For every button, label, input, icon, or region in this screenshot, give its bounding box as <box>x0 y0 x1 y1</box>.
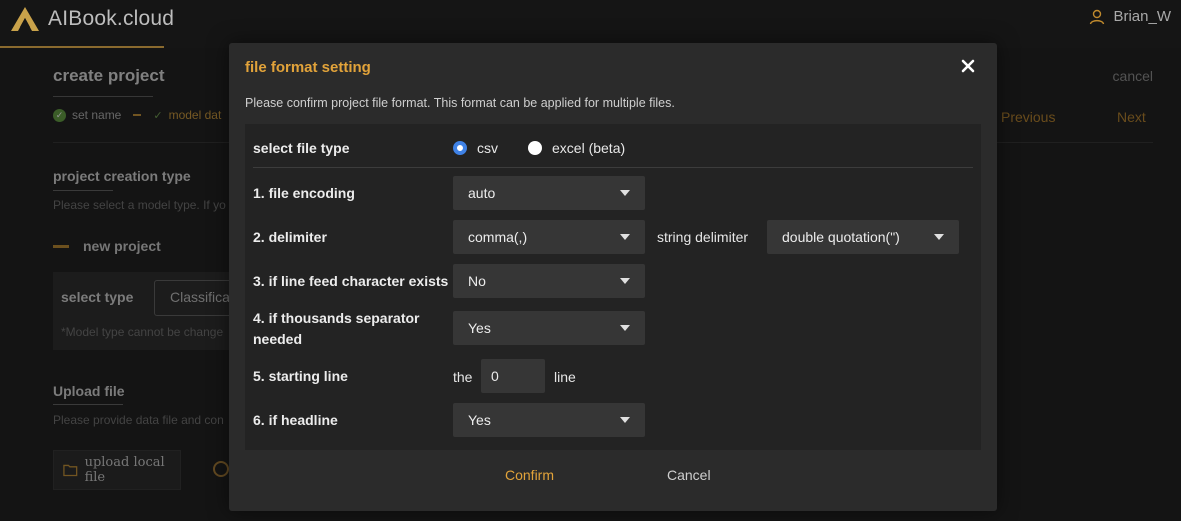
select-type-label: select type <box>61 289 134 305</box>
user-icon <box>1090 9 1105 24</box>
starting-line-input[interactable] <box>481 359 545 393</box>
upload-heading: Upload file <box>53 383 125 399</box>
next-button[interactable]: Next <box>1117 109 1146 125</box>
upload-local-file-button[interactable]: upload local file <box>53 450 181 490</box>
cancel-button[interactable]: Cancel <box>667 467 711 483</box>
caret-down-icon <box>934 234 944 240</box>
caret-down-icon <box>620 190 630 196</box>
step-indicator: ✓ set name ✓ model dat <box>53 108 221 122</box>
page-cancel-link[interactable]: cancel <box>1113 68 1153 84</box>
line-feed-label: 3. if line feed character exists <box>253 273 449 289</box>
line-feed-value: No <box>468 273 486 289</box>
confirm-button[interactable]: Confirm <box>505 467 554 483</box>
caret-down-icon <box>620 325 630 331</box>
radio-unselected-icon <box>528 141 542 155</box>
clock-icon <box>213 461 229 477</box>
thousands-value: Yes <box>468 320 491 336</box>
step-check-icon: ✓ <box>153 109 163 122</box>
thousands-label-line1: 4. if thousands separator <box>253 310 420 326</box>
new-project-option[interactable]: new project <box>53 238 161 254</box>
app-name: AIBook.cloud <box>48 7 175 30</box>
file-type-label: select file type <box>253 140 350 156</box>
string-delimiter-select[interactable]: double quotation(") <box>767 220 959 254</box>
radio-excel[interactable]: excel (beta) <box>528 140 625 156</box>
dialog-title: file format setting <box>245 59 371 76</box>
step-model-data: model dat <box>168 108 222 122</box>
headline-select[interactable]: Yes <box>453 403 645 437</box>
string-delimiter-value: double quotation(") <box>782 229 900 245</box>
caret-down-icon <box>620 278 630 284</box>
headline-label: 6. if headline <box>253 412 338 428</box>
step-set-name: set name <box>72 108 122 122</box>
creation-type-heading: project creation type <box>53 168 191 184</box>
starting-line-prefix: the <box>453 369 473 385</box>
step-done-icon: ✓ <box>53 108 66 122</box>
option-marker <box>53 244 69 248</box>
logo-icon <box>11 7 39 31</box>
logo[interactable]: AIBook.cloud <box>10 6 174 32</box>
user-menu[interactable]: Brian_W <box>1089 8 1171 25</box>
title-underline <box>53 96 153 97</box>
dialog-description: Please confirm project file format. This… <box>245 96 675 110</box>
page-title: create project <box>53 66 165 85</box>
radio-selected-icon <box>453 141 467 155</box>
radio-excel-label: excel (beta) <box>552 140 626 156</box>
heading-underline <box>53 404 123 405</box>
top-bar: AIBook.cloud Brian_W <box>0 0 1181 48</box>
format-settings-panel: select file type csv excel (beta) 1. fil… <box>245 124 981 450</box>
thousands-select[interactable]: Yes <box>453 311 645 345</box>
encoding-select[interactable]: auto <box>453 176 645 210</box>
upload-button-label: upload local file <box>84 455 165 485</box>
starting-line-label: 5. starting line <box>253 368 348 384</box>
upload-hint: Please provide data file and con <box>53 413 224 427</box>
creation-type-hint: Please select a model type. If yo <box>53 198 226 212</box>
thousands-label-line2: needed <box>253 331 303 347</box>
file-format-dialog: file format setting Please confirm proje… <box>229 43 997 511</box>
caret-down-icon <box>620 417 630 423</box>
divider <box>253 167 973 168</box>
close-icon[interactable] <box>959 57 977 75</box>
select-type-note: *Model type cannot be change <box>61 325 224 339</box>
heading-underline <box>53 190 113 191</box>
user-name: Brian_W <box>1113 8 1171 25</box>
encoding-label: 1. file encoding <box>253 185 355 201</box>
step-connector <box>133 114 142 116</box>
caret-down-icon <box>620 234 630 240</box>
line-feed-select[interactable]: No <box>453 264 645 298</box>
radio-csv[interactable]: csv <box>453 140 498 156</box>
previous-button[interactable]: Previous <box>1001 109 1055 125</box>
radio-csv-label: csv <box>477 140 498 156</box>
delimiter-value: comma(,) <box>468 229 528 245</box>
string-delimiter-label: string delimiter <box>657 229 749 245</box>
thousands-label: 4. if thousands separator needed <box>253 308 419 350</box>
delimiter-label: 2. delimiter <box>253 229 327 245</box>
encoding-value: auto <box>468 185 496 201</box>
new-project-label: new project <box>83 238 161 254</box>
starting-line-suffix: line <box>554 369 576 385</box>
folder-icon <box>63 464 78 477</box>
headline-value: Yes <box>468 412 491 428</box>
delimiter-select[interactable]: comma(,) <box>453 220 645 254</box>
